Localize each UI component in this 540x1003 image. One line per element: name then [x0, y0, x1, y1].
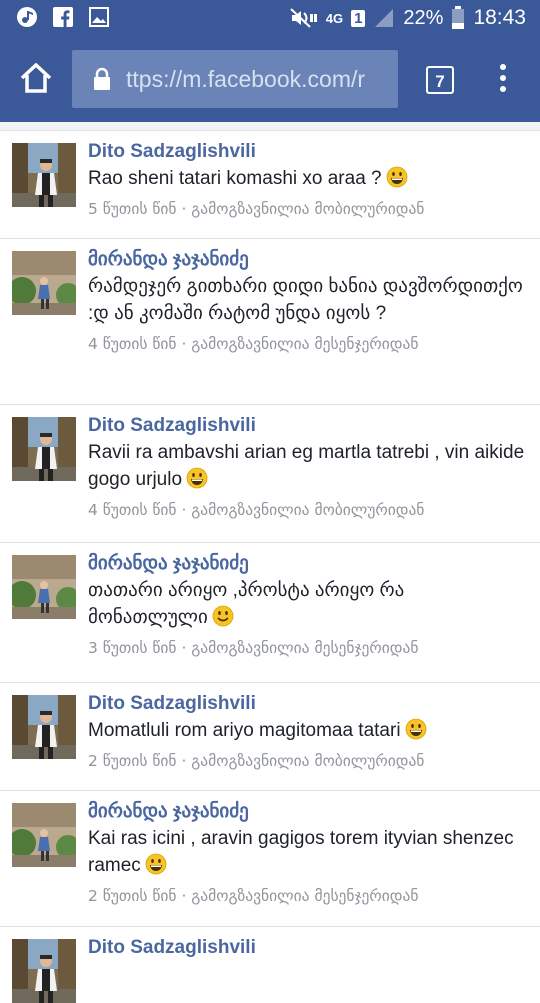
gallery-icon: [89, 7, 109, 27]
avatar[interactable]: [12, 695, 76, 759]
overflow-menu-icon[interactable]: [498, 64, 508, 96]
comment-author[interactable]: მირანდა ჯაჯანიძე: [88, 799, 526, 825]
comment-meta: 2 წუთის წინ · გამოგზავნილია მესენჯერიდან: [88, 887, 419, 905]
comment-source: გამოგზავნილია მობილურიდან: [191, 752, 425, 770]
comment-author[interactable]: Dito Sadzaglishvili: [88, 691, 526, 717]
comment-list: Dito Sadzaglishvili Rao sheni tatari kom…: [0, 131, 540, 1003]
comment-source: გამოგზავნილია მობილურიდან: [191, 200, 425, 218]
comment-item: Dito Sadzaglishvili Ravii ra ambavshi ar…: [0, 405, 540, 543]
comment-text: Ravii ra ambavshi arian eg martla tatreb…: [88, 442, 525, 490]
comment-meta: 5 წუთის წინ · გამოგზავნილია მობილურიდან: [88, 200, 425, 218]
avatar[interactable]: [12, 803, 76, 867]
url-text: ttps://m.facebook.com/r: [126, 65, 366, 92]
comment-author[interactable]: Dito Sadzaglishvili: [88, 935, 526, 961]
smile-emoji-icon: [212, 605, 234, 627]
facebook-icon: [53, 7, 73, 27]
home-icon[interactable]: [18, 60, 54, 96]
comment-text: რამდეჯერ გითხარი დიდი ხანია დავშორდითქო …: [88, 276, 523, 324]
browser-toolbar: ttps://m.facebook.com/r 7: [0, 38, 540, 122]
comment-meta: 4 წუთის წინ · გამოგზავნილია მობილურიდან: [88, 501, 425, 519]
avatar[interactable]: [12, 555, 76, 619]
grin-emoji-icon: [186, 467, 208, 489]
comment-text: Momatluli rom ariyo magitomaa tatari: [88, 717, 526, 744]
music-icon: [17, 7, 37, 27]
avatar[interactable]: [12, 251, 76, 315]
content-top-divider: [0, 122, 540, 131]
comment-author[interactable]: Dito Sadzaglishvili: [88, 139, 526, 165]
clock: 18:43: [473, 6, 526, 29]
status-bar: 4G 1 22% 18:43: [0, 0, 540, 38]
avatar[interactable]: [12, 143, 76, 207]
lock-icon: [94, 67, 110, 90]
comment-text: Kai ras icini , aravin gagigos torem ity…: [88, 828, 514, 876]
comment-time[interactable]: 3 წუთის წინ: [88, 639, 177, 657]
grin-emoji-icon: [405, 718, 427, 740]
url-bar[interactable]: ttps://m.facebook.com/r: [72, 50, 398, 108]
avatar[interactable]: [12, 417, 76, 481]
grin-emoji-icon: [145, 853, 167, 875]
comment-meta: 3 წუთის წინ · გამოგზავნილია მესენჯერიდან: [88, 639, 419, 657]
comment-source: გამოგზავნილია მესენჯერიდან: [191, 335, 419, 353]
comment-source: გამოგზავნილია მესენჯერიდან: [191, 887, 419, 905]
battery-percent: 22%: [403, 6, 444, 29]
comment-meta: 2 წუთის წინ · გამოგზავნილია მობილურიდან: [88, 752, 425, 770]
comment-time[interactable]: 2 წუთის წინ: [88, 752, 177, 770]
comment-item: მირანდა ჯაჯანიძე თათარი არიყო ,პროსტა არ…: [0, 543, 540, 683]
comment-item: Dito Sadzaglishvili Rao sheni tatari kom…: [0, 131, 540, 239]
comment-item: მირანდა ჯაჯანიძე Kai ras icini , aravin …: [0, 791, 540, 927]
comment-time[interactable]: 5 წუთის წინ: [88, 200, 177, 218]
comment-time[interactable]: 4 წუთის წინ: [88, 501, 177, 519]
comment-author[interactable]: Dito Sadzaglishvili: [88, 413, 526, 439]
signal-icon: [375, 9, 394, 27]
comment-text: Rao sheni tatari komashi xo araa ?: [88, 165, 526, 192]
comment-source: გამოგზავნილია მობილურიდან: [191, 501, 425, 519]
battery-icon: [452, 6, 465, 29]
comment-item: მირანდა ჯაჯანიძე რამდეჯერ გითხარი დიდი ხ…: [0, 239, 540, 405]
comment-item: Dito Sadzaglishvili: [0, 927, 540, 1003]
grin-emoji-icon: [386, 166, 408, 188]
comment-text: თათარი არიყო ,პროსტა არიყო რა მონათლული: [88, 580, 405, 628]
comment-author[interactable]: მირანდა ჯაჯანიძე: [88, 247, 526, 273]
tabs-button[interactable]: 7: [426, 66, 454, 94]
comment-time[interactable]: 2 წუთის წინ: [88, 887, 177, 905]
sim-badge: 1: [351, 9, 366, 27]
comment-time[interactable]: 4 წუთის წინ: [88, 335, 177, 353]
comment-meta: 4 წუთის წინ · გამოგზავნილია მესენჯერიდან: [88, 335, 419, 353]
network-type: 4G: [325, 10, 344, 26]
comment-item: Dito Sadzaglishvili Momatluli rom ariyo …: [0, 683, 540, 791]
avatar[interactable]: [12, 939, 76, 1003]
comment-author[interactable]: მირანდა ჯაჯანიძე: [88, 551, 526, 577]
comment-source: გამოგზავნილია მესენჯერიდან: [191, 639, 419, 657]
mute-icon: [290, 8, 317, 28]
